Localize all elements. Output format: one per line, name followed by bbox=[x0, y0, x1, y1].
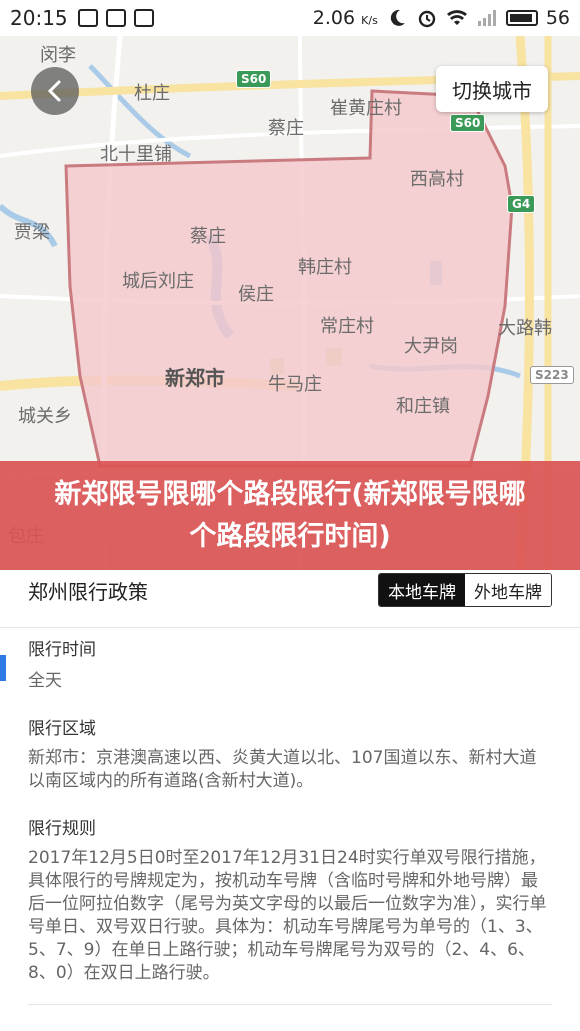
headline-text: 新郑限号限哪个路段限行(新郑限号限哪个路段限行时间) bbox=[54, 478, 526, 552]
restriction-area-label: 限行区域 bbox=[28, 719, 96, 739]
map-label: 闵李 bbox=[40, 45, 76, 66]
moon-icon bbox=[390, 9, 405, 26]
headline-banner: 新郑限号限哪个路段限行(新郑限号限哪个路段限行时间) bbox=[0, 461, 580, 570]
status-bar: 20:15 2.06 K/s 56 bbox=[0, 0, 580, 36]
map-label: 北十里铺 bbox=[100, 144, 172, 165]
restriction-time-label: 限行时间 bbox=[28, 640, 96, 660]
wifi-icon bbox=[446, 10, 467, 25]
map-label: 常庄村 bbox=[320, 316, 374, 337]
map-label: 杜庄 bbox=[134, 83, 170, 104]
restriction-rule-label: 限行规则 bbox=[28, 819, 96, 839]
plate-tabs: 本地车牌 外地车牌 bbox=[378, 573, 552, 607]
mail-notification-icon bbox=[105, 9, 126, 27]
notification-icons bbox=[77, 9, 154, 27]
road-shield: S223 bbox=[530, 366, 574, 384]
map-label: 贾梁 bbox=[14, 222, 50, 243]
tab-nonlocal-plate[interactable]: 外地车牌 bbox=[465, 574, 551, 606]
policy-header: 郑州限行政策 本地车牌 外地车牌 bbox=[0, 570, 580, 628]
map-label: 蔡庄 bbox=[268, 118, 304, 139]
signal-icon bbox=[477, 10, 496, 26]
restriction-area-value: 新郑市：京港澳高速以西、炎黄大道以北、107国道以东、新村大道以南区域内的所有道… bbox=[28, 748, 537, 791]
status-right: 2.06 K/s 56 bbox=[313, 7, 570, 29]
road-shield: S60 bbox=[450, 114, 486, 132]
map-label-city: 新郑市 bbox=[165, 366, 225, 390]
policy-content: 限行时间 全天 限行区域 新郑市：京港澳高速以西、炎黄大道以北、107国道以东、… bbox=[28, 628, 552, 985]
policy-title: 郑州限行政策 bbox=[28, 580, 148, 604]
restriction-time-value: 全天 bbox=[28, 671, 62, 691]
road-shield: G4 bbox=[507, 195, 536, 213]
map-label: 牛马庄 bbox=[268, 374, 322, 395]
map-label: 城关乡 bbox=[18, 406, 72, 427]
map-label: 大尹岗 bbox=[404, 336, 458, 357]
scroll-indicator bbox=[0, 655, 6, 681]
news-notification-icon bbox=[133, 9, 154, 27]
network-speed: 2.06 K/s bbox=[313, 7, 378, 29]
map-label: 崔黄庄村 bbox=[330, 98, 402, 119]
app-notification-icon bbox=[77, 9, 98, 27]
map-label: 城后刘庄 bbox=[122, 271, 194, 292]
chevron-left-icon bbox=[47, 80, 61, 102]
battery-level: 56 bbox=[545, 7, 570, 29]
back-button[interactable] bbox=[31, 67, 79, 115]
alarm-icon bbox=[418, 10, 436, 28]
status-time: 20:15 bbox=[10, 6, 68, 30]
network-speed-unit: K/s bbox=[361, 14, 378, 27]
road-shield: S60 bbox=[236, 70, 272, 88]
map-label: 蔡庄 bbox=[190, 226, 226, 247]
tab-local-plate[interactable]: 本地车牌 bbox=[379, 574, 465, 606]
battery-icon bbox=[505, 10, 538, 26]
divider bbox=[28, 1004, 552, 1005]
switch-city-button[interactable]: 切换城市 bbox=[436, 66, 548, 112]
map-label: 韩庄村 bbox=[298, 257, 352, 278]
map-label: 和庄镇 bbox=[396, 396, 450, 417]
map-label: 侯庄 bbox=[238, 284, 274, 305]
network-speed-value: 2.06 bbox=[312, 7, 356, 29]
map-label: 西高村 bbox=[410, 169, 464, 190]
restriction-rule-value: 2017年12月5日0时至2017年12月31日24时实行单双号限行措施，具体限… bbox=[28, 848, 547, 983]
map-label: 大路韩 bbox=[498, 318, 552, 339]
